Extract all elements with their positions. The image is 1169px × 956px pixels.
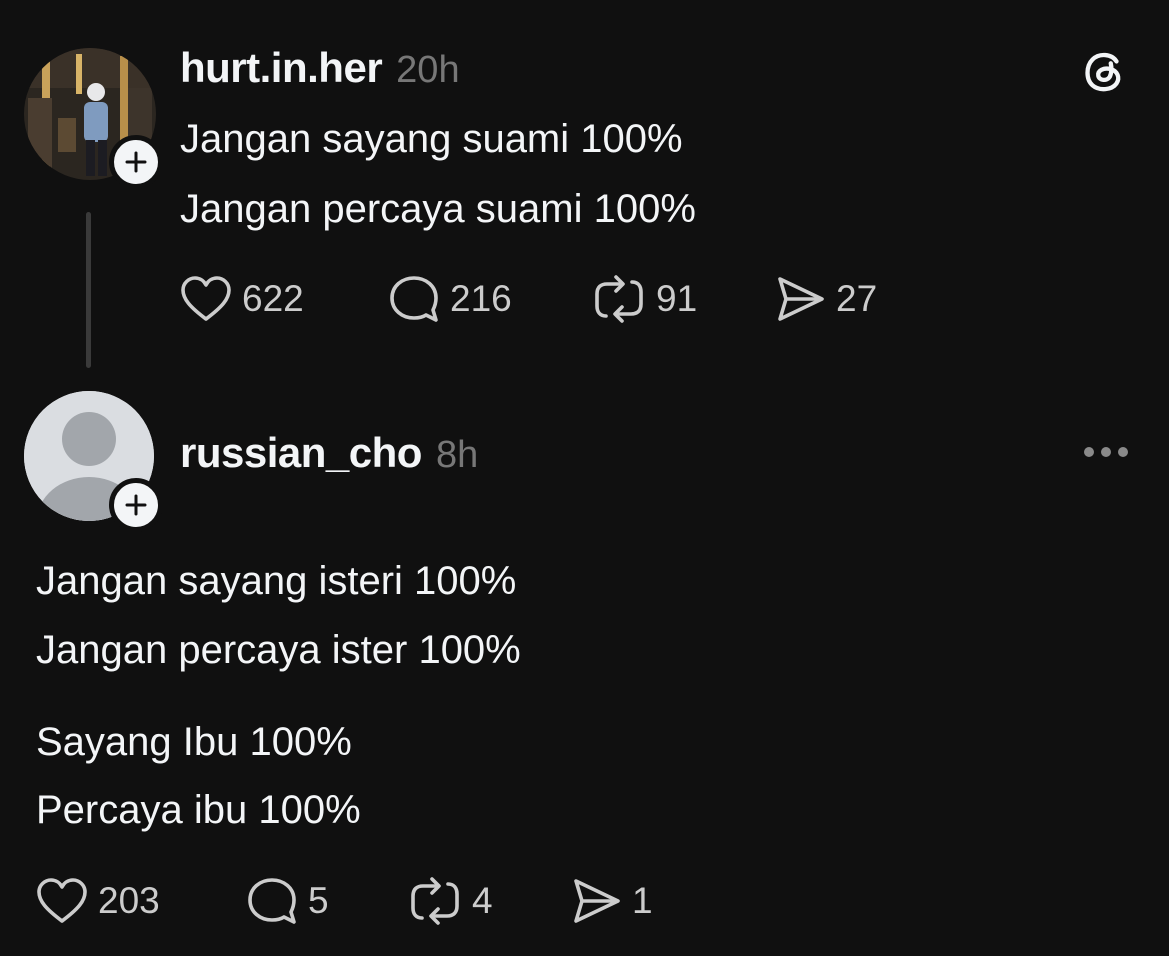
post-text-line: Jangan percaya suami 100% (180, 187, 696, 231)
timestamp: 20h (396, 49, 460, 91)
like-count: 203 (98, 880, 160, 921)
share-button[interactable]: 27 (774, 274, 877, 324)
reply-count: 5 (308, 880, 329, 921)
post-text-line: Sayang Ibu 100% (36, 720, 352, 764)
speech-bubble-icon (388, 274, 440, 324)
more-options-icon[interactable] (1084, 447, 1128, 457)
username[interactable]: hurt.in.her (180, 44, 383, 92)
repost-count: 91 (656, 278, 698, 319)
repost-icon (408, 876, 462, 926)
post-text-line: Jangan sayang suami 100% (180, 117, 683, 161)
timestamp: 8h (435, 434, 479, 476)
reply-count: 216 (450, 278, 512, 319)
threads-logo-icon[interactable] (1082, 48, 1128, 94)
repost-button[interactable]: 91 (592, 274, 697, 324)
repost-button[interactable]: 4 (408, 876, 493, 926)
post-header: russian_cho 8h (180, 429, 478, 477)
post-header: hurt.in.her 20h (180, 44, 460, 92)
post-text-line: Jangan sayang isteri 100% (36, 559, 517, 603)
username[interactable]: russian_cho (180, 429, 422, 477)
speech-bubble-icon (246, 876, 298, 926)
reply-button[interactable]: 216 (388, 274, 512, 324)
follow-plus-icon[interactable] (109, 135, 163, 189)
repost-icon (592, 274, 646, 324)
send-icon (774, 274, 826, 324)
like-count: 622 (242, 278, 304, 319)
share-button[interactable]: 1 (570, 876, 653, 926)
post-text-line: Jangan percaya ister 100% (36, 628, 521, 672)
reply-button[interactable]: 5 (246, 876, 329, 926)
repost-count: 4 (472, 880, 493, 921)
follow-plus-icon[interactable] (109, 478, 163, 532)
thread-line (86, 212, 91, 368)
like-button[interactable]: 203 (36, 876, 160, 926)
share-count: 27 (836, 278, 878, 319)
send-icon (570, 876, 622, 926)
like-button[interactable]: 622 (180, 274, 304, 324)
heart-icon (180, 275, 232, 323)
heart-icon (36, 877, 88, 925)
share-count: 1 (632, 880, 653, 921)
post-text-line: Percaya ibu 100% (36, 788, 361, 832)
